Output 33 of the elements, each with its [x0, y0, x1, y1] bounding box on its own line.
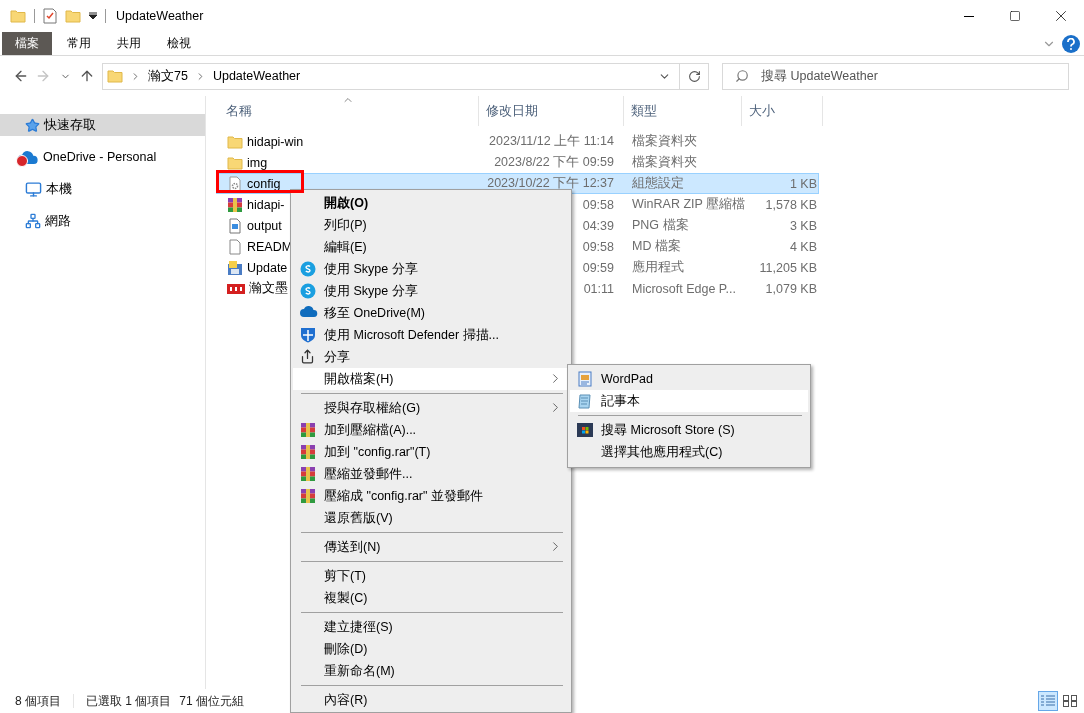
table-cell: 1,578 KB: [765, 197, 817, 212]
status-text: 71 個位元組: [179, 692, 245, 710]
table-cell: 09:58: [582, 239, 614, 254]
table-cell: 1 KB: [789, 176, 817, 191]
table-cell: 2023/8/22 下午 09:59: [494, 154, 614, 171]
table-cell: 檔案資料夾: [632, 133, 697, 150]
file-name: hidapi-win: [247, 134, 304, 149]
table-cell: 應用程式: [632, 259, 684, 276]
table-cell: 檔案資料夾: [632, 154, 697, 171]
table-cell: 3 KB: [789, 218, 817, 233]
table-cell: Microsoft Edge P...: [632, 281, 736, 296]
table-cell: MD 檔案: [632, 238, 681, 255]
table-cell: 2023/10/22 下午 12:37: [487, 175, 614, 192]
table-cell: 組態設定: [632, 175, 684, 192]
table-cell: 04:39: [582, 218, 614, 233]
window-title: UpdateWeather: [116, 9, 205, 23]
status-text: 已選取 1 個項目: [86, 692, 172, 710]
file-name: hidapi-: [247, 197, 285, 212]
file-name: Update: [247, 260, 288, 275]
file-name: output: [247, 218, 282, 233]
table-cell: 4 KB: [789, 239, 817, 254]
table-cell: 09:59: [582, 260, 614, 275]
table-cell: 11,205 KB: [759, 260, 817, 275]
table-cell: PNG 檔案: [632, 217, 689, 234]
table-cell: 09:58: [582, 197, 614, 212]
file-name: 瀚文墨: [249, 280, 288, 297]
file-name: config: [247, 176, 281, 191]
table-cell: 1,079 KB: [765, 281, 817, 296]
file-name: img: [247, 155, 268, 170]
table-cell: 2023/11/12 上午 11:14: [489, 133, 614, 150]
table-cell: 01:11: [583, 281, 614, 296]
table-cell: WinRAR ZIP 壓縮檔: [632, 196, 746, 213]
status-text: 8 個項目: [15, 692, 61, 710]
